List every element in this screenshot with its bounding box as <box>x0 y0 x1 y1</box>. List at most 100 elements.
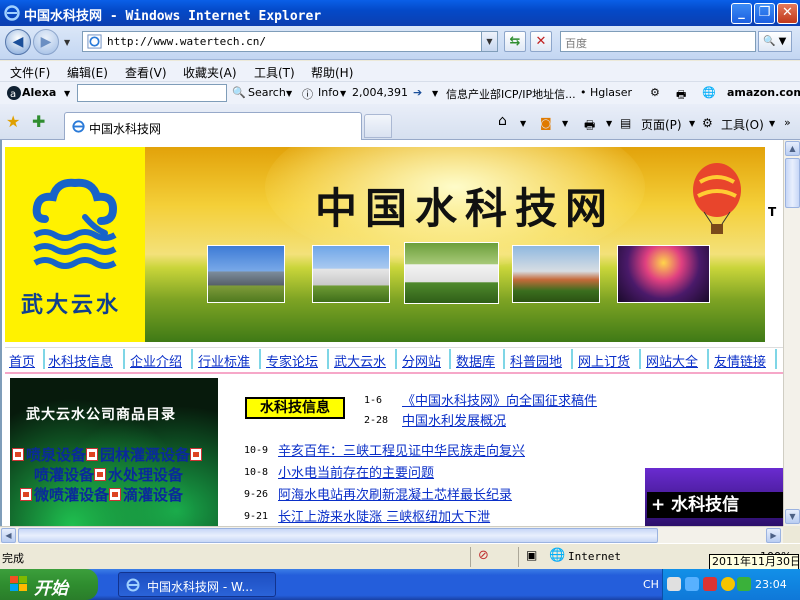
banner-edge-text: T <box>768 205 777 219</box>
info-dropdown-icon[interactable]: ▼ <box>340 89 346 98</box>
news-link[interactable]: 长江上游来水陡涨 三峡枢纽加大下泄 <box>278 506 490 525</box>
minimize-button[interactable]: _ <box>731 3 752 24</box>
toolbar-widget-icon[interactable]: ⚙ <box>650 86 660 99</box>
nav-separator <box>707 349 709 369</box>
nav-link-sub-sites[interactable]: 分网站 <box>402 351 441 370</box>
scroll-left-icon[interactable]: ◀ <box>1 528 16 543</box>
menu-edit[interactable]: 编辑(E) <box>67 64 108 81</box>
alexa-search-icon[interactable]: 🔍 <box>232 86 246 99</box>
system-tray: CH 23:04 <box>643 569 800 600</box>
scroll-right-icon[interactable]: ▶ <box>766 528 781 543</box>
nav-link-database[interactable]: 数据库 <box>456 351 495 370</box>
nav-link-wuda-yunshui[interactable]: 武大云水 <box>334 351 386 370</box>
nav-link-water-tech-info[interactable]: 水科技信息 <box>48 351 113 370</box>
site-nav: 首页 水科技信息 企业介绍 行业标准 专家论坛 武大云水 分网站 数据库 科普园… <box>5 347 783 370</box>
taskbar-window-ie[interactable]: 中国水科技网 - W... <box>118 572 276 597</box>
nav-link-science[interactable]: 科普园地 <box>510 351 562 370</box>
refresh-button[interactable]: ⇆ <box>504 31 526 52</box>
history-dropdown-icon[interactable]: ▼ <box>64 38 70 47</box>
water-tech-ad-banner[interactable]: + 水科技信 <box>645 468 783 526</box>
alexa-info-button[interactable]: Info <box>318 86 339 99</box>
forward-button[interactable]: ▶ <box>33 29 59 55</box>
tray-update-icon[interactable] <box>721 577 735 591</box>
alexa-brand[interactable]: Alexa <box>22 86 56 99</box>
alexa-search-input[interactable] <box>77 84 227 102</box>
menu-favorites[interactable]: 收藏夹(A) <box>183 64 237 81</box>
back-button[interactable]: ◀ <box>5 29 31 55</box>
horizontal-scrollbar[interactable]: ◀ ▶ <box>0 526 783 543</box>
address-field[interactable]: http://www.watertech.cn/ ▼ <box>82 31 498 52</box>
maximize-button[interactable]: ❐ <box>754 3 775 24</box>
product-link-fountain[interactable]: 喷泉设备 <box>26 446 86 464</box>
site-info-link[interactable]: 信息产业部ICP/IP地址信... <box>446 86 576 102</box>
tray-volume-icon[interactable] <box>737 577 751 591</box>
start-button[interactable]: 开始 <box>0 569 98 600</box>
alexa-dropdown-icon[interactable]: ▼ <box>64 89 70 98</box>
product-link-drip[interactable]: 滴灌设备 <box>123 486 183 504</box>
news-link[interactable]: 辛亥百年：三峡工程见证中华民族走向复兴 <box>278 440 525 459</box>
new-tab-button[interactable] <box>364 114 392 138</box>
menu-tools[interactable]: 工具(T) <box>254 64 295 81</box>
horizontal-scroll-thumb[interactable] <box>18 528 658 543</box>
feeds-dropdown-icon[interactable]: ▼ <box>562 119 568 128</box>
tab-watertech[interactable]: 中国水科技网 <box>64 112 362 140</box>
favorites-star-icon[interactable]: ★ <box>6 112 20 131</box>
add-favorite-icon[interactable]: ✚ <box>32 112 45 131</box>
tray-security-shield-icon[interactable] <box>703 577 717 591</box>
toolbar-globe-icon[interactable]: 🌐 <box>702 86 716 99</box>
scroll-down-icon[interactable]: ▼ <box>785 509 800 524</box>
news-link[interactable]: 中国水利发展概况 <box>402 410 506 429</box>
product-link-micro-spray[interactable]: 微喷灌设备 <box>34 486 109 504</box>
page-menu-icon: ▤ <box>620 116 632 130</box>
menu-help[interactable]: 帮助(H) <box>311 64 353 81</box>
protected-mode-icon[interactable]: ▣ <box>526 548 537 562</box>
nav-link-directory[interactable]: 网站大全 <box>646 351 698 370</box>
divider <box>5 372 783 374</box>
banner-photo-5 <box>617 245 710 303</box>
menu-file[interactable]: 文件(F) <box>10 64 50 81</box>
toolbar-print-icon[interactable]: 🖶 <box>676 86 686 105</box>
page-menu-button[interactable]: 页面(P) <box>641 116 682 133</box>
news-link[interactable]: 小水电当前存在的主要问题 <box>278 462 434 481</box>
popup-blocked-icon[interactable]: ⊘ <box>478 548 489 563</box>
news-link[interactable]: 《中国水科技网》向全国征求稿件 <box>402 390 597 409</box>
nav-link-order[interactable]: 网上订货 <box>578 351 630 370</box>
clock[interactable]: 23:04 <box>755 578 787 591</box>
product-link-garden-irrigation[interactable]: 园林灌溉设备 <box>100 446 190 464</box>
product-link-water-treatment[interactable]: 水处理设备 <box>108 466 183 484</box>
amazon-link[interactable]: amazon.com. <box>727 86 800 99</box>
search-input[interactable]: 百度 <box>560 31 756 52</box>
tools-dropdown-icon[interactable]: ▼ <box>769 119 775 128</box>
nav-link-friends[interactable]: 友情链接 <box>714 351 766 370</box>
tray-ime-icon[interactable] <box>667 577 681 591</box>
print-icon[interactable]: 🖶 <box>584 116 595 137</box>
product-link-sprinkler[interactable]: 喷灌设备 <box>34 466 94 484</box>
nav-link-standards[interactable]: 行业标准 <box>198 351 250 370</box>
menu-view[interactable]: 查看(V) <box>125 64 167 81</box>
vertical-scroll-thumb[interactable] <box>785 158 800 208</box>
address-dropdown-icon[interactable]: ▼ <box>481 32 497 51</box>
alexa-search-button[interactable]: Search <box>248 86 286 99</box>
news-link[interactable]: 阿海水电站再次刷新混凝土芯样最长纪录 <box>278 484 512 503</box>
close-button[interactable]: ✕ <box>777 3 798 24</box>
feeds-icon[interactable]: ◙ <box>540 116 552 130</box>
related-dropdown-icon[interactable]: ▼ <box>432 89 438 98</box>
home-icon[interactable]: ⌂ <box>498 113 507 129</box>
home-dropdown-icon[interactable]: ▼ <box>520 119 526 128</box>
language-indicator[interactable]: CH <box>643 578 659 591</box>
stop-button[interactable]: ✕ <box>530 31 552 52</box>
search-button[interactable]: 🔍 ▼ <box>758 31 792 52</box>
tray-network-icon[interactable] <box>685 577 699 591</box>
ad-label: 水科技信 <box>671 495 740 515</box>
hglaser-link[interactable]: • Hglaser <box>580 86 632 99</box>
vertical-scrollbar[interactable]: ▲ ▼ <box>783 140 800 526</box>
scroll-up-icon[interactable]: ▲ <box>785 141 800 156</box>
tools-menu-button[interactable]: 工具(O) <box>721 116 764 133</box>
nav-link-home[interactable]: 首页 <box>9 351 35 370</box>
chevron-more-icon[interactable]: » <box>784 116 791 129</box>
alexa-search-dropdown-icon[interactable]: ▼ <box>286 89 292 98</box>
page-dropdown-icon[interactable]: ▼ <box>689 119 695 128</box>
nav-link-expert-forum[interactable]: 专家论坛 <box>266 351 318 370</box>
nav-link-company[interactable]: 企业介绍 <box>130 351 182 370</box>
print-dropdown-icon[interactable]: ▼ <box>606 119 612 128</box>
